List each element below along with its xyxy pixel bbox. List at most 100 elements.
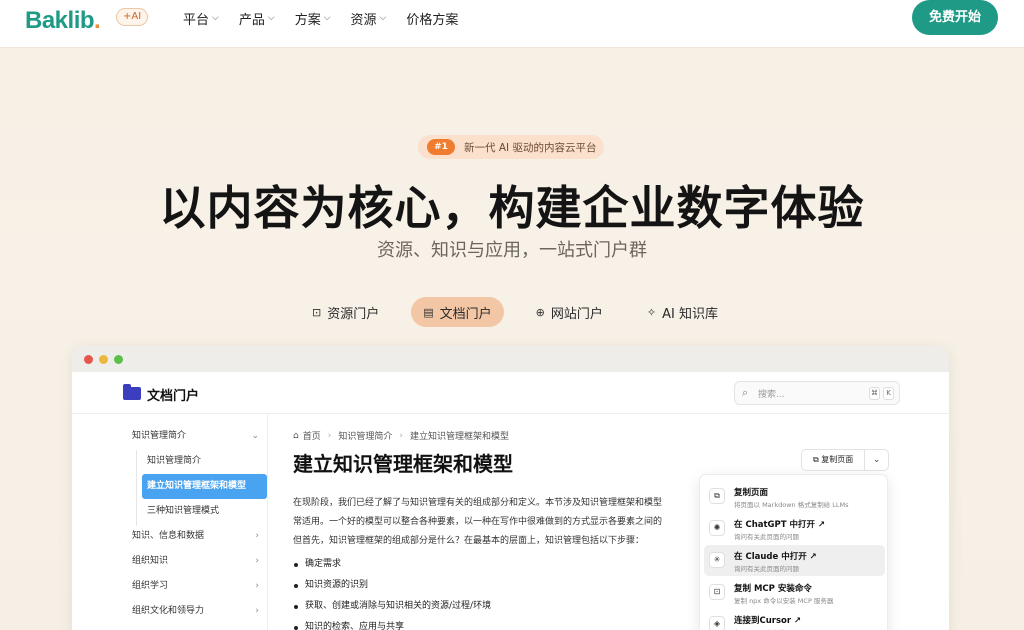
free-start-button[interactable]: 免费开始: [912, 0, 998, 35]
doc-title: 建立知识管理框架和模型: [293, 452, 513, 476]
list-item: 知识资源的识别: [293, 575, 693, 596]
window-titlebar: [72, 346, 949, 372]
menu-item-title: 复制页面: [734, 488, 769, 498]
tab-portal-2[interactable]: ⊕ 网站门户: [524, 297, 615, 327]
nav-item-label: 资源: [350, 12, 377, 28]
sidebar-item-label: 知识管理简介: [132, 431, 187, 441]
hero-headline: 以内容为核心，构建企业数字体验: [159, 181, 865, 235]
nav-item-label: 产品: [238, 12, 265, 28]
tab-label: AI 知识库: [662, 306, 718, 322]
sidebar-item[interactable]: 知识、信息和数据 ›: [122, 524, 267, 549]
ai-badge: +AI: [116, 8, 149, 26]
menu-item-title: 连接到Cursor ↗: [734, 616, 802, 626]
list-item: 获取、创建或消除与知识相关的资源/过程/环境: [293, 596, 693, 617]
paragraph-line: 在现阶段，我们已经了解了与知识管理有关的组成部分和定义。本节涉及知识管理框架和模…: [293, 498, 663, 508]
breadcrumb-item[interactable]: 建立知识管理框架和模型: [410, 429, 509, 442]
sidebar-item[interactable]: 组织知识 ›: [122, 549, 267, 574]
nav-item-2[interactable]: 方案 ⌵: [295, 9, 331, 28]
breadcrumb: ⌂ 首页 › 知识管理简介 › 建立知识管理框架和模型: [293, 429, 509, 443]
hero-badge: #1 新一代 AI 驱动的内容云平台: [418, 135, 604, 159]
chevron-down-icon: ⌵: [212, 13, 219, 23]
menu-item-copy[interactable]: ⧉ 复制页面将页面以 Markdown 格式复制给 LLMs: [704, 481, 885, 512]
sidebar-item[interactable]: 组织文化和领导力 ›: [122, 599, 267, 624]
chatgpt-icon: ✺: [709, 520, 725, 536]
app-title: 文档门户: [147, 389, 200, 404]
nav-item-3[interactable]: 资源 ⌵: [351, 9, 387, 28]
chevron-down-icon: ⌵: [267, 13, 275, 23]
menu-item-desc: 询问有关此页面的问题: [734, 565, 799, 573]
chevron-down-icon: ⌵: [379, 13, 387, 23]
sidebar-item[interactable]: 组织学习 ›: [122, 574, 267, 599]
sidebar-item-label: 组织文化和领导力: [132, 606, 205, 616]
app-header: 文档门户 ⌕ 搜索... ⌘ K: [72, 372, 949, 414]
breadcrumb-item[interactable]: 首页: [303, 429, 321, 442]
menu-item-claude[interactable]: ✳ 在 Claude 中打开 ↗ 询问有关此页面的问题: [704, 545, 885, 576]
cursor-icon: ◈: [709, 616, 725, 630]
tab-label: 网站门户: [550, 306, 603, 322]
k-key: K: [883, 387, 894, 400]
sidebar-item[interactable]: 知识管理简介 ⌄: [122, 424, 267, 449]
chevron-down-icon: ⌵: [323, 13, 331, 23]
chevron-down-icon[interactable]: ⌄: [865, 450, 888, 470]
tab-portal-1[interactable]: ▤ 文档门户: [411, 297, 504, 327]
search-placeholder: 搜索...: [758, 390, 785, 400]
top-nav: Baklib. +AI 平台 ⌵ 产品 ⌵ 方案 ⌵ 资源 ⌵ 价格方案 免费开始: [0, 0, 1024, 48]
sidebar-divider: [267, 414, 268, 630]
menu-item-desc: 将页面以 Markdown 格式复制给 LLMs: [734, 501, 849, 509]
close-dot-icon: [84, 355, 93, 364]
chevron-right-icon: ›: [255, 531, 259, 541]
chevron-right-icon: ›: [255, 606, 259, 616]
sidebar-item-label: 组织知识: [132, 556, 169, 566]
nav-item-4[interactable]: 价格方案: [406, 9, 458, 28]
sidebar-subitem[interactable]: 知识管理简介: [142, 449, 267, 474]
menu-item-chatgpt[interactable]: ✺ 在 ChatGPT 中打开 ↗ 询问有关此页面的问题: [704, 513, 885, 544]
copy-page-label[interactable]: ⧉ 复制页面: [802, 450, 866, 470]
hero-badge-text: 新一代 AI 驱动的内容云平台: [464, 141, 597, 154]
tab-label: 资源门户: [327, 306, 380, 322]
tab-portal-3[interactable]: ✧ AI 知识库: [635, 297, 730, 327]
folder-icon: [123, 384, 141, 400]
minimize-dot-icon: [99, 355, 108, 364]
resource-icon: ⊡: [312, 305, 322, 319]
copy-dropdown-menu: ⧉ 复制页面将页面以 Markdown 格式复制给 LLMs ✺ 在 ChatGPT …: [699, 474, 888, 630]
chevron-down-icon: ⌄: [251, 431, 259, 441]
cmd-key-icon: ⌘: [869, 387, 880, 400]
menu-item-terminal[interactable]: ⊡ 复制 MCP 安装命令 复制 npx 命令以安装 MCP 服务器: [704, 577, 885, 608]
paragraph-line: 常适用。一个好的模型可以整合各种要素，以一种在写作中很难做到的方式显示各要素之间…: [293, 517, 663, 527]
home-icon: ⌂: [293, 430, 299, 441]
nav-item-label: 价格方案: [406, 12, 459, 28]
list-item: 确定需求: [293, 554, 693, 575]
nav-menu: 平台 ⌵ 产品 ⌵ 方案 ⌵ 资源 ⌵ 价格方案: [183, 0, 478, 36]
sidebar-subitem[interactable]: 建立知识管理框架和模型: [142, 474, 267, 499]
menu-item-cursor[interactable]: ◈连接到Cursor ↗在 Cursor 中安装 MCP Server: [704, 609, 885, 630]
ai-spark-icon: ✧: [646, 305, 657, 319]
sidebar-item-label: 组织学习: [132, 581, 169, 591]
globe-icon: ⊕: [535, 305, 545, 319]
chevron-right-icon: ›: [255, 556, 259, 566]
menu-item-desc: 询问有关此页面的问题: [734, 533, 799, 541]
tab-label: 文档门户: [439, 306, 492, 322]
sidebar-item-label: 知识、信息和数据: [132, 531, 205, 541]
portal-tabs: ⊡ 资源门户 ▤ 文档门户 ⊕ 网站门户 ✧ AI 知识库: [300, 297, 750, 327]
terminal-icon: ⊡: [709, 584, 725, 600]
search-input[interactable]: ⌕ 搜索... ⌘ K: [734, 381, 900, 405]
document-icon: ▤: [423, 305, 434, 319]
nav-item-label: 平台: [183, 12, 210, 28]
copy-page-button[interactable]: ⧉ 复制页面 ⌄: [801, 449, 889, 471]
sidebar: 知识管理简介 ⌄ 知识管理简介 建立知识管理框架和模型 三种知识管理模式 知识、信息和数据…: [122, 424, 267, 624]
app-preview-window: 文档门户 ⌕ 搜索... ⌘ K 知识管理简介 ⌄ 知识管理简介 建立知识管理框架和模…: [72, 346, 949, 630]
search-icon: ⌕: [742, 386, 749, 399]
breadcrumb-item[interactable]: 知识管理简介: [338, 429, 392, 442]
nav-item-label: 方案: [294, 12, 321, 28]
tab-portal-0[interactable]: ⊡ 资源门户: [300, 297, 391, 327]
baklib-logo[interactable]: Baklib.: [25, 7, 101, 35]
hero-subline: 资源、知识与应用，一站式门户群: [377, 240, 647, 261]
menu-item-title: 在 ChatGPT 中打开 ↗: [734, 520, 826, 530]
maximize-dot-icon: [114, 355, 123, 364]
sidebar-subitem[interactable]: 三种知识管理模式: [142, 499, 267, 524]
nav-item-1[interactable]: 产品 ⌵: [239, 9, 275, 28]
paragraph-line: 但首先，知识管理框架的组成部分是什么？在最基本的层面上，知识管理包括以下步骤：: [293, 536, 645, 546]
nav-item-0[interactable]: 平台 ⌵: [183, 9, 219, 28]
menu-item-title: 复制 MCP 安装命令: [734, 584, 812, 594]
copy-icon: ⧉: [709, 488, 725, 504]
